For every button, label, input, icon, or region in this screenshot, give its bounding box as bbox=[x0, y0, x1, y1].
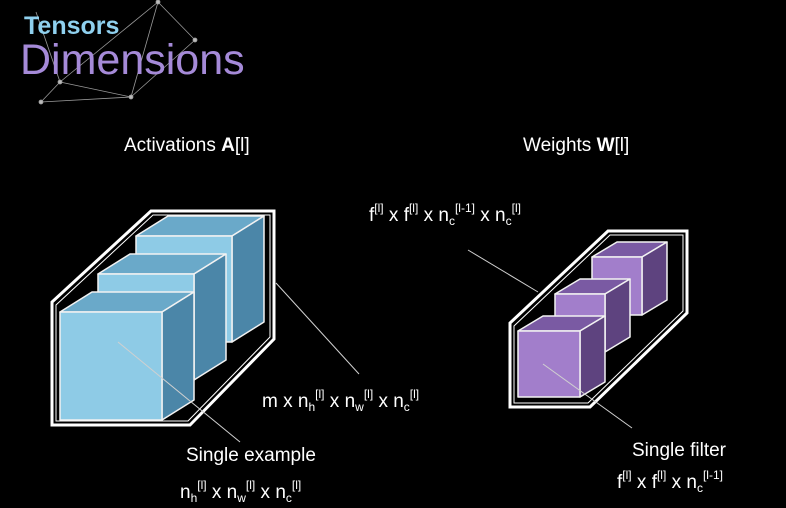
single-filter-shape: f[l] x f[l] x nc[l-1] bbox=[617, 468, 723, 495]
single-filter-label: Single filter bbox=[632, 440, 726, 461]
single-example-shape: nh[l] x nw[l] x nc[l] bbox=[180, 478, 302, 505]
brand-dimensions: Dimensions bbox=[20, 36, 245, 84]
weights-shape-formula: f[l] x f[l] x nc[l-1] x nc[l] bbox=[369, 201, 521, 228]
weights-title: Weights W[l] bbox=[523, 135, 630, 156]
filter-cube-front bbox=[517, 315, 606, 398]
single-example-label: Single example bbox=[186, 445, 316, 466]
weight-shape-pointer bbox=[467, 249, 539, 293]
activation-cube-front bbox=[59, 291, 195, 421]
activation-cubes bbox=[59, 215, 265, 421]
activations-shape-formula: m x nh[l] x nw[l] x nc[l] bbox=[262, 387, 420, 414]
activations-title: Activations A[l] bbox=[124, 135, 250, 156]
activation-shape-pointer bbox=[275, 282, 360, 375]
filter-cubes bbox=[517, 241, 668, 398]
